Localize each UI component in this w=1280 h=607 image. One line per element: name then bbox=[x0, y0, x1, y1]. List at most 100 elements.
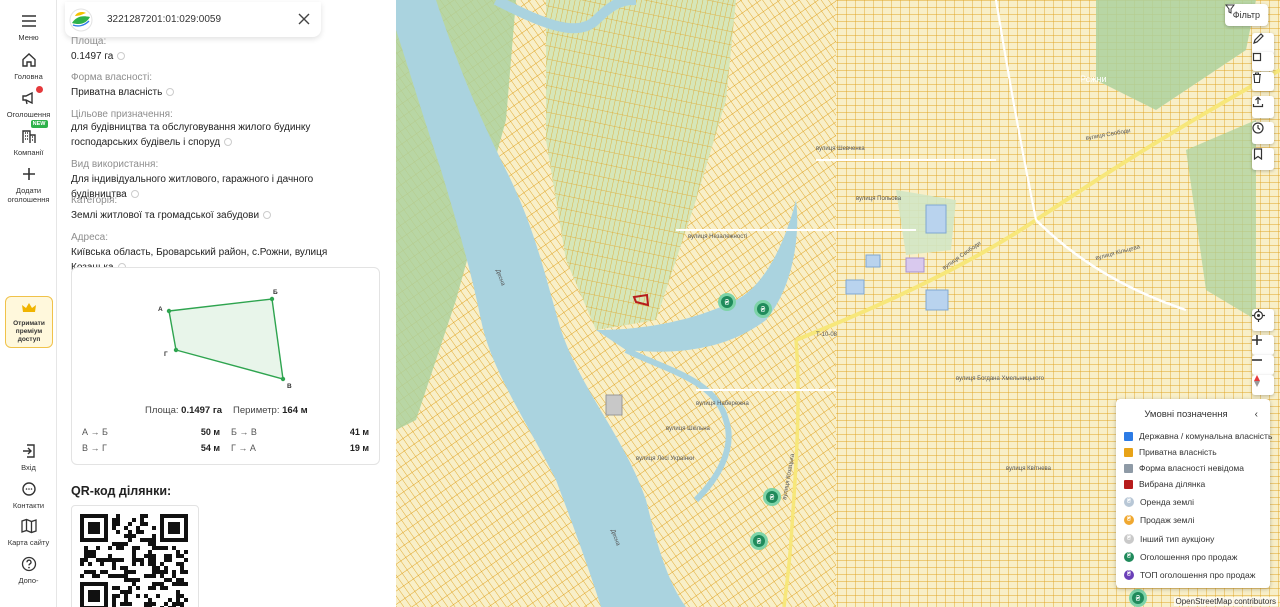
close-button[interactable] bbox=[297, 12, 311, 26]
delete-drawing-button[interactable] bbox=[1252, 72, 1274, 91]
legend-item-label: Приватна власність bbox=[1139, 447, 1217, 457]
shape-area-label: Площа: bbox=[145, 405, 179, 416]
new-badge: NEW bbox=[30, 120, 48, 128]
purpose-value: для будівництва та обслуговування жилого… bbox=[71, 122, 311, 148]
info-icon[interactable] bbox=[117, 52, 126, 61]
companies-button[interactable]: NEW Компанії bbox=[0, 120, 57, 157]
category-label: Категорія: bbox=[71, 195, 118, 206]
qr-title: QR-код ділянки: bbox=[71, 484, 172, 498]
category-value: Землі житлової та громадської забудови bbox=[71, 210, 260, 221]
filter-icon bbox=[1224, 4, 1235, 14]
site-logo bbox=[69, 8, 93, 32]
side-value: 54 м bbox=[200, 443, 220, 453]
street-label: вулиця Набережна bbox=[696, 401, 749, 407]
side-label: В → Г bbox=[82, 443, 107, 453]
state-parcel bbox=[925, 289, 949, 311]
sale-marker[interactable]: ₴ bbox=[754, 300, 772, 318]
legend-item-label: Інший тип аукціону bbox=[1140, 534, 1215, 544]
map-view[interactable]: Рожни вулиця Свободи вулиця Свободи вули… bbox=[396, 0, 1280, 607]
bookmark-button[interactable] bbox=[1252, 148, 1274, 170]
side-value: 50 м bbox=[200, 427, 220, 437]
svg-text:₴: ₴ bbox=[1136, 594, 1141, 603]
map-attribution[interactable]: OpenStreetMap contributors bbox=[1173, 597, 1278, 606]
add-ad-button[interactable]: Додати оголошення bbox=[0, 165, 57, 204]
parcel-polygon bbox=[168, 298, 284, 380]
qr-code-image bbox=[80, 514, 188, 607]
help-label: Допо- bbox=[18, 576, 39, 585]
shape-perimeter-value: 164 м bbox=[282, 405, 308, 416]
purpose-value-row: для будівництва та обслуговування жилого… bbox=[71, 120, 371, 150]
legend-item-label: Оренда землі bbox=[1140, 497, 1195, 507]
side-value: 41 м bbox=[349, 427, 369, 437]
street-label: вулиця Богдана Хмельницького bbox=[956, 376, 1045, 382]
info-icon[interactable] bbox=[224, 138, 233, 147]
legend-item-label: Державна / комунальна власність bbox=[1139, 431, 1273, 441]
legend-collapse-button[interactable]: ‹ bbox=[1255, 409, 1258, 420]
legend-item-label: Оголошення про продаж bbox=[1140, 552, 1238, 562]
sale-marker[interactable]: ₴ bbox=[763, 488, 781, 506]
sitemap-button[interactable]: Карта сайту bbox=[0, 517, 57, 547]
share-button[interactable] bbox=[1252, 96, 1274, 118]
info-icon[interactable] bbox=[263, 211, 272, 220]
shape-perimeter-label: Периметр: bbox=[233, 405, 280, 416]
ownership-value-row: Приватна власність bbox=[71, 85, 371, 100]
premium-button[interactable]: Отримати преміум доступ bbox=[5, 296, 53, 348]
side-navigation: Меню Головна Оголошення NEW Компанії Дод… bbox=[0, 0, 57, 607]
minus-icon bbox=[1252, 359, 1262, 361]
contacts-button[interactable]: Контакти bbox=[0, 480, 57, 510]
sale-marker[interactable]: ₴ bbox=[750, 532, 768, 550]
place-name: Рожни bbox=[1080, 74, 1107, 84]
shape-area-value: 0.1497 га bbox=[181, 405, 223, 416]
zoom-out-button[interactable] bbox=[1252, 355, 1274, 375]
shape-perimeter-stat: Периметр: 164 м bbox=[233, 405, 308, 416]
sale-marker[interactable]: ₴ bbox=[1129, 589, 1147, 607]
login-button[interactable]: Вхід bbox=[0, 442, 57, 472]
map-legend: Умовні позначення ‹ Державна / комунальн… bbox=[1116, 399, 1273, 588]
swatch bbox=[1124, 431, 1133, 441]
draw-polygon-button[interactable] bbox=[1252, 52, 1274, 71]
menu-button[interactable]: Меню bbox=[0, 12, 57, 42]
street-label: вулиця Шевченка bbox=[816, 146, 865, 152]
compass-icon bbox=[1254, 375, 1260, 387]
vertex-a-label: А bbox=[158, 306, 163, 313]
clock-icon bbox=[1252, 122, 1264, 134]
sitemap-label: Карта сайту bbox=[7, 538, 50, 547]
zoom-in-button[interactable] bbox=[1252, 335, 1274, 355]
hamburger-icon bbox=[20, 12, 38, 30]
question-icon bbox=[20, 555, 38, 573]
bookmark-icon bbox=[1253, 148, 1263, 160]
area-value: 0.1497 га bbox=[71, 51, 114, 62]
legend-item-label: Продаж землі bbox=[1140, 515, 1195, 525]
companies-label: Компанії bbox=[13, 148, 44, 157]
home-icon bbox=[20, 51, 38, 69]
pencil-icon bbox=[1253, 33, 1264, 44]
reset-north-button[interactable] bbox=[1252, 375, 1274, 395]
ads-button[interactable]: Оголошення bbox=[0, 86, 57, 119]
legend-title: Умовні позначення bbox=[1144, 409, 1228, 420]
locate-button[interactable] bbox=[1252, 309, 1274, 331]
history-button[interactable] bbox=[1252, 122, 1274, 144]
help-button[interactable]: Допо- bbox=[0, 555, 57, 585]
svg-text:₴: ₴ bbox=[725, 298, 730, 307]
filter-button[interactable]: Фільтр bbox=[1224, 4, 1268, 26]
sale-auction-icon: ₴ bbox=[1124, 515, 1134, 525]
usage-label: Вид використання: bbox=[71, 159, 159, 170]
square-icon bbox=[1252, 52, 1262, 62]
swatch bbox=[1124, 447, 1133, 457]
side-label: Б → В bbox=[231, 427, 257, 437]
legend-item-label: ТОП оголошення про продаж bbox=[1140, 570, 1256, 580]
home-button[interactable]: Головна bbox=[0, 51, 57, 81]
vertex-b-label: Б bbox=[273, 289, 278, 296]
home-label: Головна bbox=[14, 72, 43, 81]
info-icon[interactable] bbox=[130, 190, 139, 199]
legend-item: ₴ Інший тип аукціону bbox=[1124, 534, 1214, 544]
building-icon: NEW bbox=[20, 120, 48, 145]
category-value-row: Землі житлової та громадської забудови bbox=[71, 208, 371, 223]
close-icon bbox=[298, 13, 310, 25]
side-label: А → Б bbox=[82, 427, 108, 437]
address-label: Адреса: bbox=[71, 232, 108, 243]
top-sale-ad-icon: ₴ bbox=[1124, 570, 1134, 580]
parcel-shape-card: А Б В Г Площа: 0.1497 га Периметр: 164 м… bbox=[71, 267, 380, 465]
sale-marker[interactable]: ₴ bbox=[718, 293, 736, 311]
info-icon[interactable] bbox=[166, 88, 175, 97]
